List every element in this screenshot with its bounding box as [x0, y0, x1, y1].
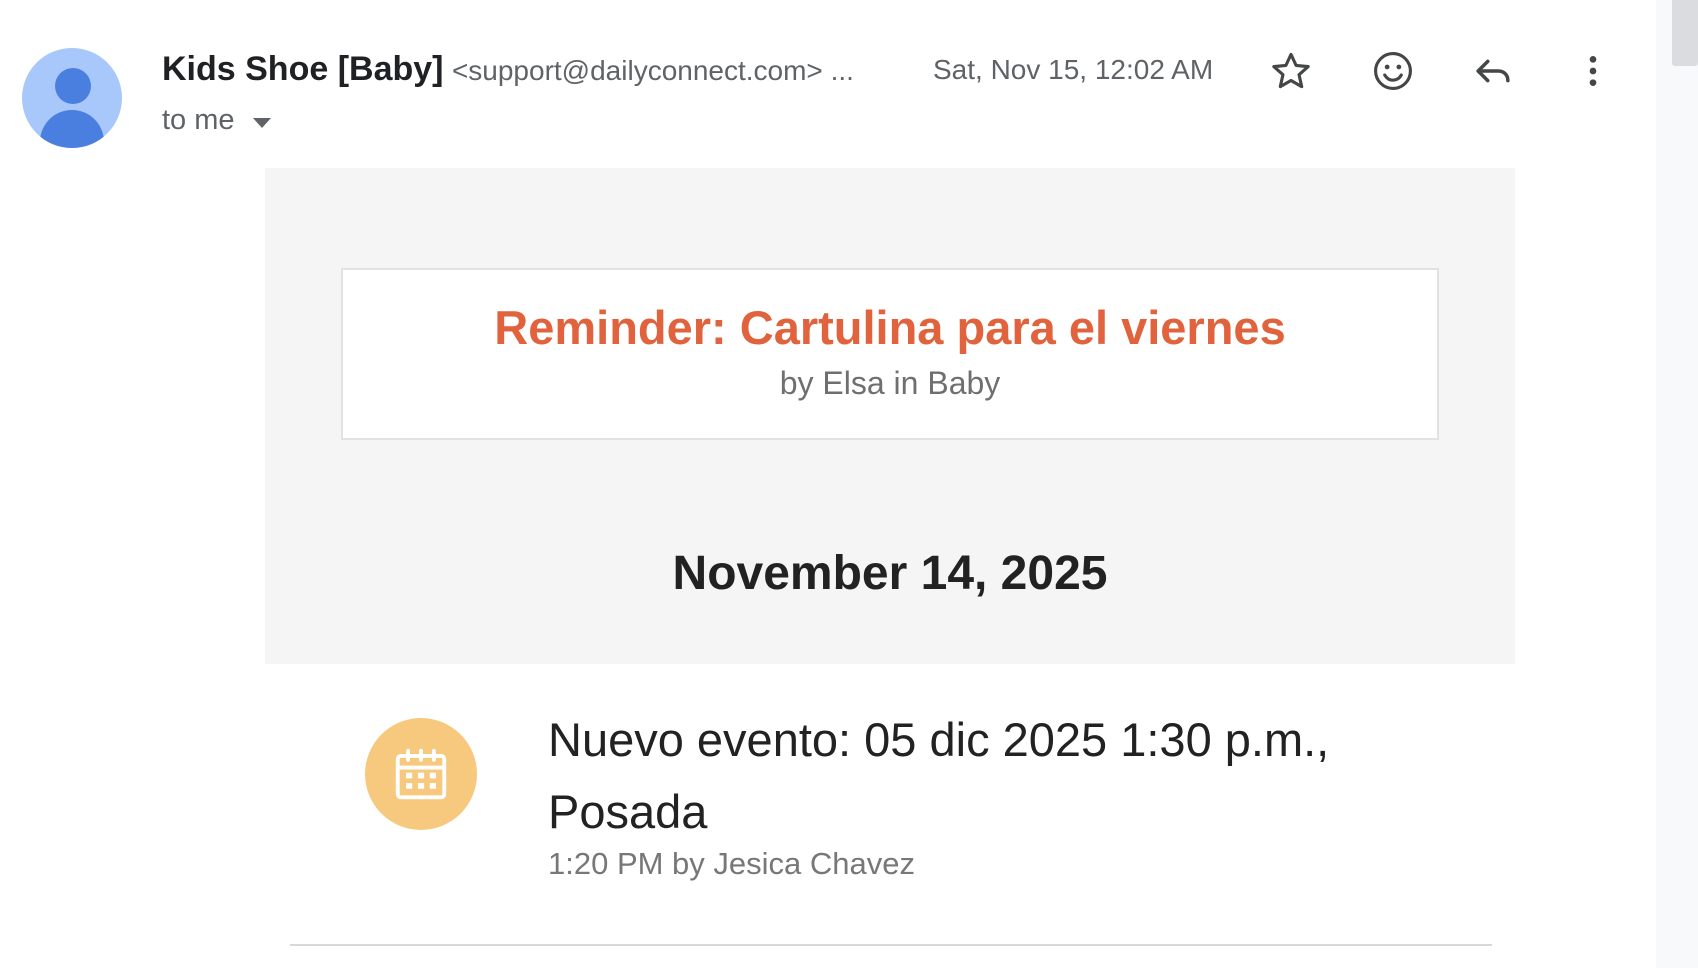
email-body: Reminder: Cartulina para el viernes by E…: [265, 168, 1515, 964]
emoji-reaction-button[interactable]: [1368, 46, 1418, 96]
reminder-title-box: Reminder: Cartulina para el viernes by E…: [341, 268, 1439, 440]
caret-down-icon: [252, 117, 271, 128]
person-avatar-icon: [55, 68, 91, 104]
more-options-button[interactable]: [1568, 46, 1618, 96]
message-date: Sat, Nov 15, 12:02 AM: [933, 54, 1214, 85]
scrollbar-thumb[interactable]: [1672, 0, 1698, 66]
event-meta: 1:20 PM by Jesica Chavez: [548, 846, 916, 881]
more-vertical-icon: [1589, 56, 1597, 86]
reply-button[interactable]: [1468, 46, 1518, 96]
star-icon: [1272, 52, 1310, 89]
reminder-byline: by Elsa in Baby: [779, 365, 1001, 401]
reminder-title[interactable]: Reminder: Cartulina para el viernes: [343, 300, 1437, 355]
calendar-icon: [365, 718, 477, 830]
recipient-details-toggle[interactable]: to me: [162, 104, 271, 137]
sender-avatar[interactable]: [22, 48, 122, 148]
sender-name[interactable]: Kids Shoe [Baby]: [162, 50, 443, 88]
right-side-panel: [1656, 0, 1698, 968]
sender-line: Kids Shoe [Baby] <support@dailyconnect.c…: [162, 50, 854, 89]
reply-icon: [1476, 59, 1510, 83]
emoji-reaction-icon: [1374, 52, 1412, 90]
recipient-label: to me: [162, 104, 235, 136]
star-button[interactable]: [1266, 46, 1316, 96]
message-header-panel: Reminder: Cartulina para el viernes by E…: [265, 168, 1515, 664]
event-title[interactable]: Nuevo evento: 05 dic 2025 1:30 p.m., Pos…: [548, 704, 1448, 848]
content-divider: [290, 944, 1492, 946]
sender-email: <support@dailyconnect.com> ...: [451, 55, 854, 86]
date-heading: November 14, 2025: [672, 547, 1108, 600]
event-item: Nuevo evento: 05 dic 2025 1:30 p.m., Pos…: [265, 664, 1515, 964]
